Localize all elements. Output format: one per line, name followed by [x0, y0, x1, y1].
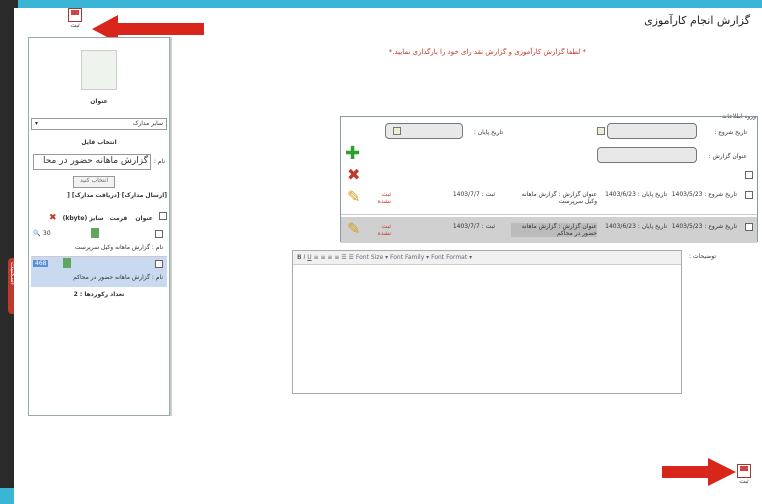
- add-icon[interactable]: ✚: [345, 145, 360, 163]
- name-row: نام : گزارش ماهانه حضور در محا: [31, 154, 167, 170]
- file-icon: [91, 228, 99, 238]
- files-table-header: عنوان قرمت سایز (kbyte) ✖: [33, 210, 167, 223]
- report-title-input[interactable]: [597, 147, 697, 163]
- save-icon: [68, 8, 82, 22]
- report-row[interactable]: تاریخ شروع : 1403/5/23 تاریخ پایان : 140…: [341, 217, 757, 243]
- editor-toolbar: B I U ≡ ≡ ≡ ≡ ☰ ☰ Font Size ▾ Font Famil…: [293, 251, 681, 265]
- font-format-select[interactable]: Font Format: [431, 254, 467, 261]
- file-select-header: انتخاب فایل: [81, 139, 117, 146]
- top-arrow-body: [116, 23, 204, 35]
- document-type-select[interactable]: سایر مدارک ▾: [31, 118, 167, 130]
- description-label: توضیحات :: [689, 253, 716, 260]
- edit-icon[interactable]: ✎: [347, 189, 360, 205]
- align-icon[interactable]: ≡ ≡ ≡ ≡ ☰ ☰: [314, 254, 354, 261]
- calendar-icon[interactable]: [393, 127, 401, 135]
- select-all-checkbox[interactable]: [159, 212, 167, 220]
- bold-icon[interactable]: B: [297, 254, 302, 261]
- delete-icon[interactable]: ✖: [49, 213, 57, 223]
- choose-button[interactable]: انتخاب کنید: [73, 176, 115, 188]
- row-checkbox[interactable]: [155, 230, 163, 238]
- document-thumbnail: [81, 50, 117, 90]
- bottom-arrow-body: [662, 466, 712, 478]
- calendar-icon[interactable]: [597, 127, 605, 135]
- records-count: تعداد رکوردها : 2: [73, 291, 125, 298]
- title-label: عنوان: [90, 98, 108, 105]
- file-row[interactable]: 468 نام : گزارش ماهانه حضور در محاکم: [31, 257, 167, 287]
- report-row[interactable]: تاریخ شروع : 1403/5/23 تاریخ پایان : 140…: [341, 185, 757, 215]
- top-save-button[interactable]: ثبت: [64, 8, 86, 34]
- info-fieldset: تاریخ شروع : تاریخ پایان : عنوان گزارش :…: [340, 116, 758, 243]
- row-checkbox[interactable]: [745, 223, 753, 231]
- delete-icon[interactable]: ✖: [347, 167, 360, 183]
- send-docs-links[interactable]: [ارسال مدارک] [دریافت مدارک] [: [33, 192, 167, 199]
- underline-icon[interactable]: U: [307, 254, 311, 261]
- instruction-text: * لطفا گزارش کارآموزی و گزارش نقد رای خو…: [388, 48, 586, 56]
- start-date-input[interactable]: [607, 123, 697, 139]
- edit-icon[interactable]: ✎: [347, 221, 360, 237]
- name-input[interactable]: گزارش ماهانه حضور در محا: [33, 154, 151, 170]
- chevron-down-icon: ▾: [35, 120, 39, 127]
- file-icon: [63, 258, 71, 268]
- row-checkbox[interactable]: [155, 260, 163, 268]
- save-icon: [737, 464, 751, 478]
- search-icon[interactable]: 🔍: [33, 230, 40, 237]
- font-family-select[interactable]: Font Family: [390, 254, 424, 261]
- description-editor[interactable]: B I U ≡ ≡ ≡ ≡ ☰ ☰ Font Size ▾ Font Famil…: [292, 250, 682, 394]
- page-title: گزارش انجام کارآموزی: [644, 14, 750, 27]
- bottom-arrow-head-icon: [708, 458, 736, 486]
- bottom-save-button[interactable]: ثبت: [734, 464, 754, 496]
- select-all-checkbox[interactable]: [745, 171, 753, 179]
- file-row[interactable]: 🔍 30 نام : گزارش ماهانه وکیل سرپرست: [31, 227, 167, 257]
- font-size-select[interactable]: Font Size: [356, 254, 383, 261]
- row-checkbox[interactable]: [745, 191, 753, 199]
- italic-icon[interactable]: I: [304, 254, 306, 261]
- document-panel: عنوان سایر مدارک ▾ انتخاب فایل نام : گزا…: [28, 37, 170, 416]
